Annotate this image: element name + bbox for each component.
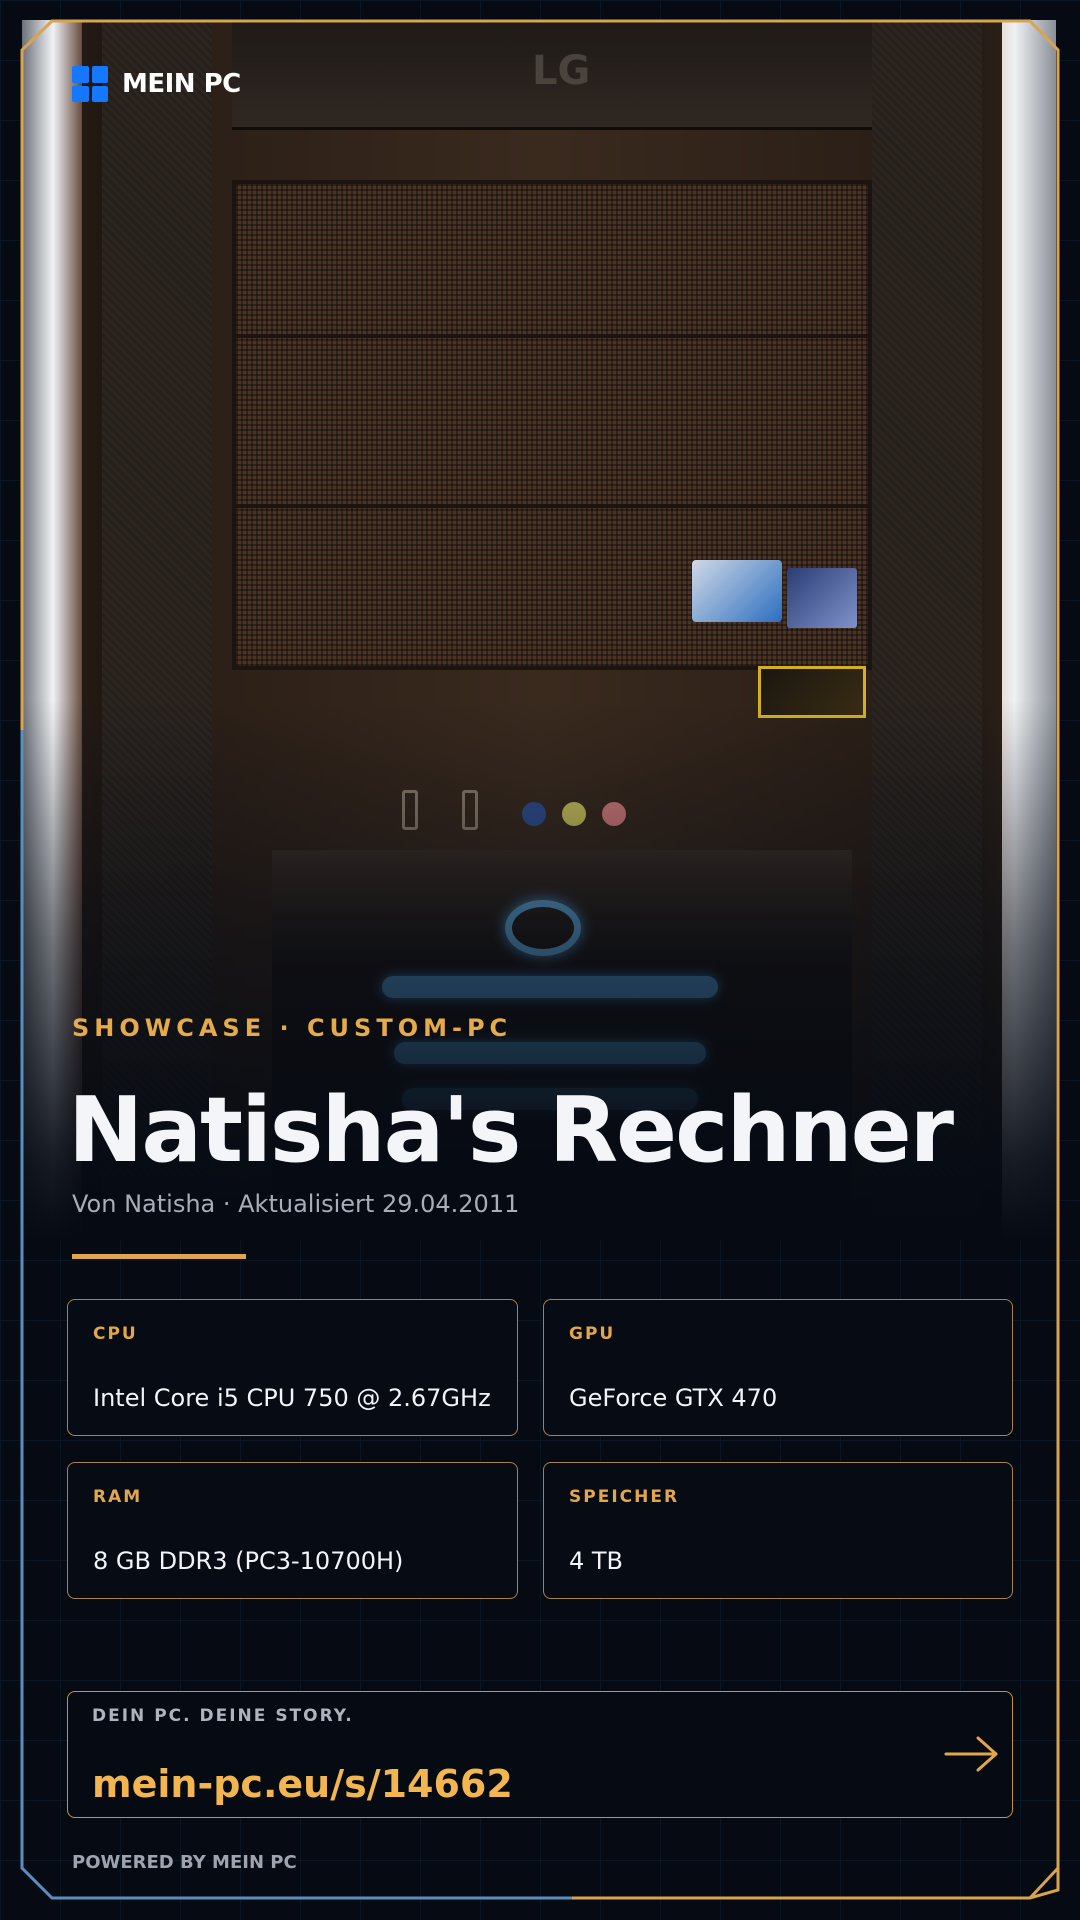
drive-brand-logo: LG	[532, 48, 591, 94]
spec-value: Intel Core i5 CPU 750 @ 2.67GHz	[93, 1384, 491, 1412]
brand[interactable]: MEIN PC	[72, 66, 241, 102]
optical-drive: LG	[232, 20, 872, 130]
spec-label: RAM	[93, 1487, 143, 1507]
spec-card-ram: RAM 8 GB DDR3 (PC3-10700H)	[67, 1462, 518, 1599]
spec-card-storage: SPEICHER 4 TB	[543, 1462, 1013, 1599]
asus-sticker	[787, 568, 857, 628]
hero-kicker: SHOWCASE · CUSTOM-PC	[72, 1014, 513, 1042]
spec-value: 8 GB DDR3 (PC3-10700H)	[93, 1547, 404, 1575]
mesh-divider	[236, 504, 868, 508]
windows-logo-icon	[72, 66, 108, 102]
spec-value: GeForce GTX 470	[569, 1384, 778, 1412]
arrow-right-icon[interactable]	[944, 1734, 1000, 1774]
pc-photo: LG	[22, 20, 1056, 1240]
spec-label: SPEICHER	[569, 1487, 680, 1507]
spec-label: CPU	[93, 1324, 138, 1344]
accent-divider	[72, 1254, 246, 1259]
spec-card-gpu: GPU GeForce GTX 470	[543, 1299, 1013, 1436]
cta-tagline: DEIN PC. DEINE STORY.	[92, 1706, 354, 1726]
spec-value: 4 TB	[569, 1547, 624, 1575]
author-meta: Von Natisha · Aktualisiert 29.04.2011	[72, 1190, 520, 1218]
share-link-card[interactable]: DEIN PC. DEINE STORY. mein-pc.eu/s/14662	[67, 1691, 1013, 1818]
share-url-link[interactable]: mein-pc.eu/s/14662	[92, 1762, 513, 1806]
mesh-divider	[236, 334, 868, 338]
powered-by-footer: POWERED BY MEIN PC	[72, 1852, 297, 1873]
page-title: Natisha's Rechner	[68, 1078, 954, 1183]
brand-name: MEIN PC	[122, 69, 241, 99]
intel-sticker	[692, 560, 782, 622]
spec-card-cpu: CPU Intel Core i5 CPU 750 @ 2.67GHz	[67, 1299, 518, 1436]
spec-label: GPU	[569, 1324, 616, 1344]
